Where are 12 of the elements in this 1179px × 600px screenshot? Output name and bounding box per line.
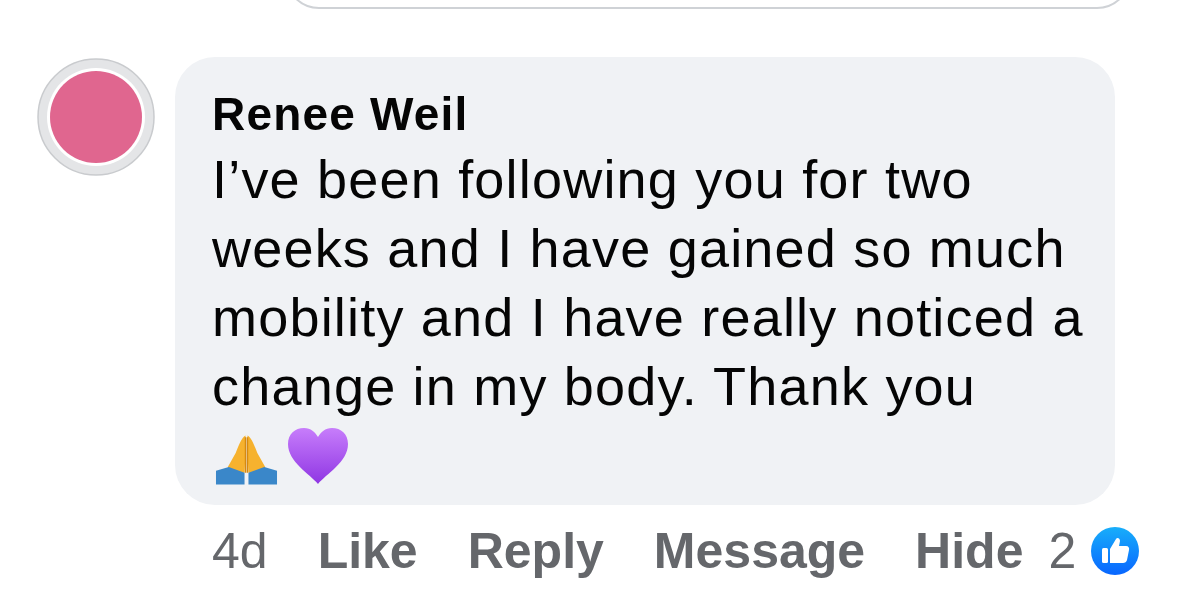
action-link[interactable]: Reply	[467, 523, 604, 579]
like-icon[interactable]	[1091, 527, 1140, 575]
reaction-count: 2	[1048, 523, 1077, 579]
avatar[interactable]	[37, 58, 155, 176]
author-name[interactable]: Renee Weil	[212, 89, 469, 139]
heart-icon	[288, 427, 348, 485]
timestamp[interactable]: 4d	[212, 523, 268, 579]
action-link[interactable]: Message	[653, 523, 866, 579]
action-link[interactable]: Like	[317, 523, 418, 579]
praying-hands-icon	[215, 433, 278, 485]
comment-text: I’ve been following you for two weeks and I have gained so much mobility and I have really noticed a change in my body. Thank you	[212, 149, 1084, 416]
action-link[interactable]: Hide	[915, 523, 1024, 579]
